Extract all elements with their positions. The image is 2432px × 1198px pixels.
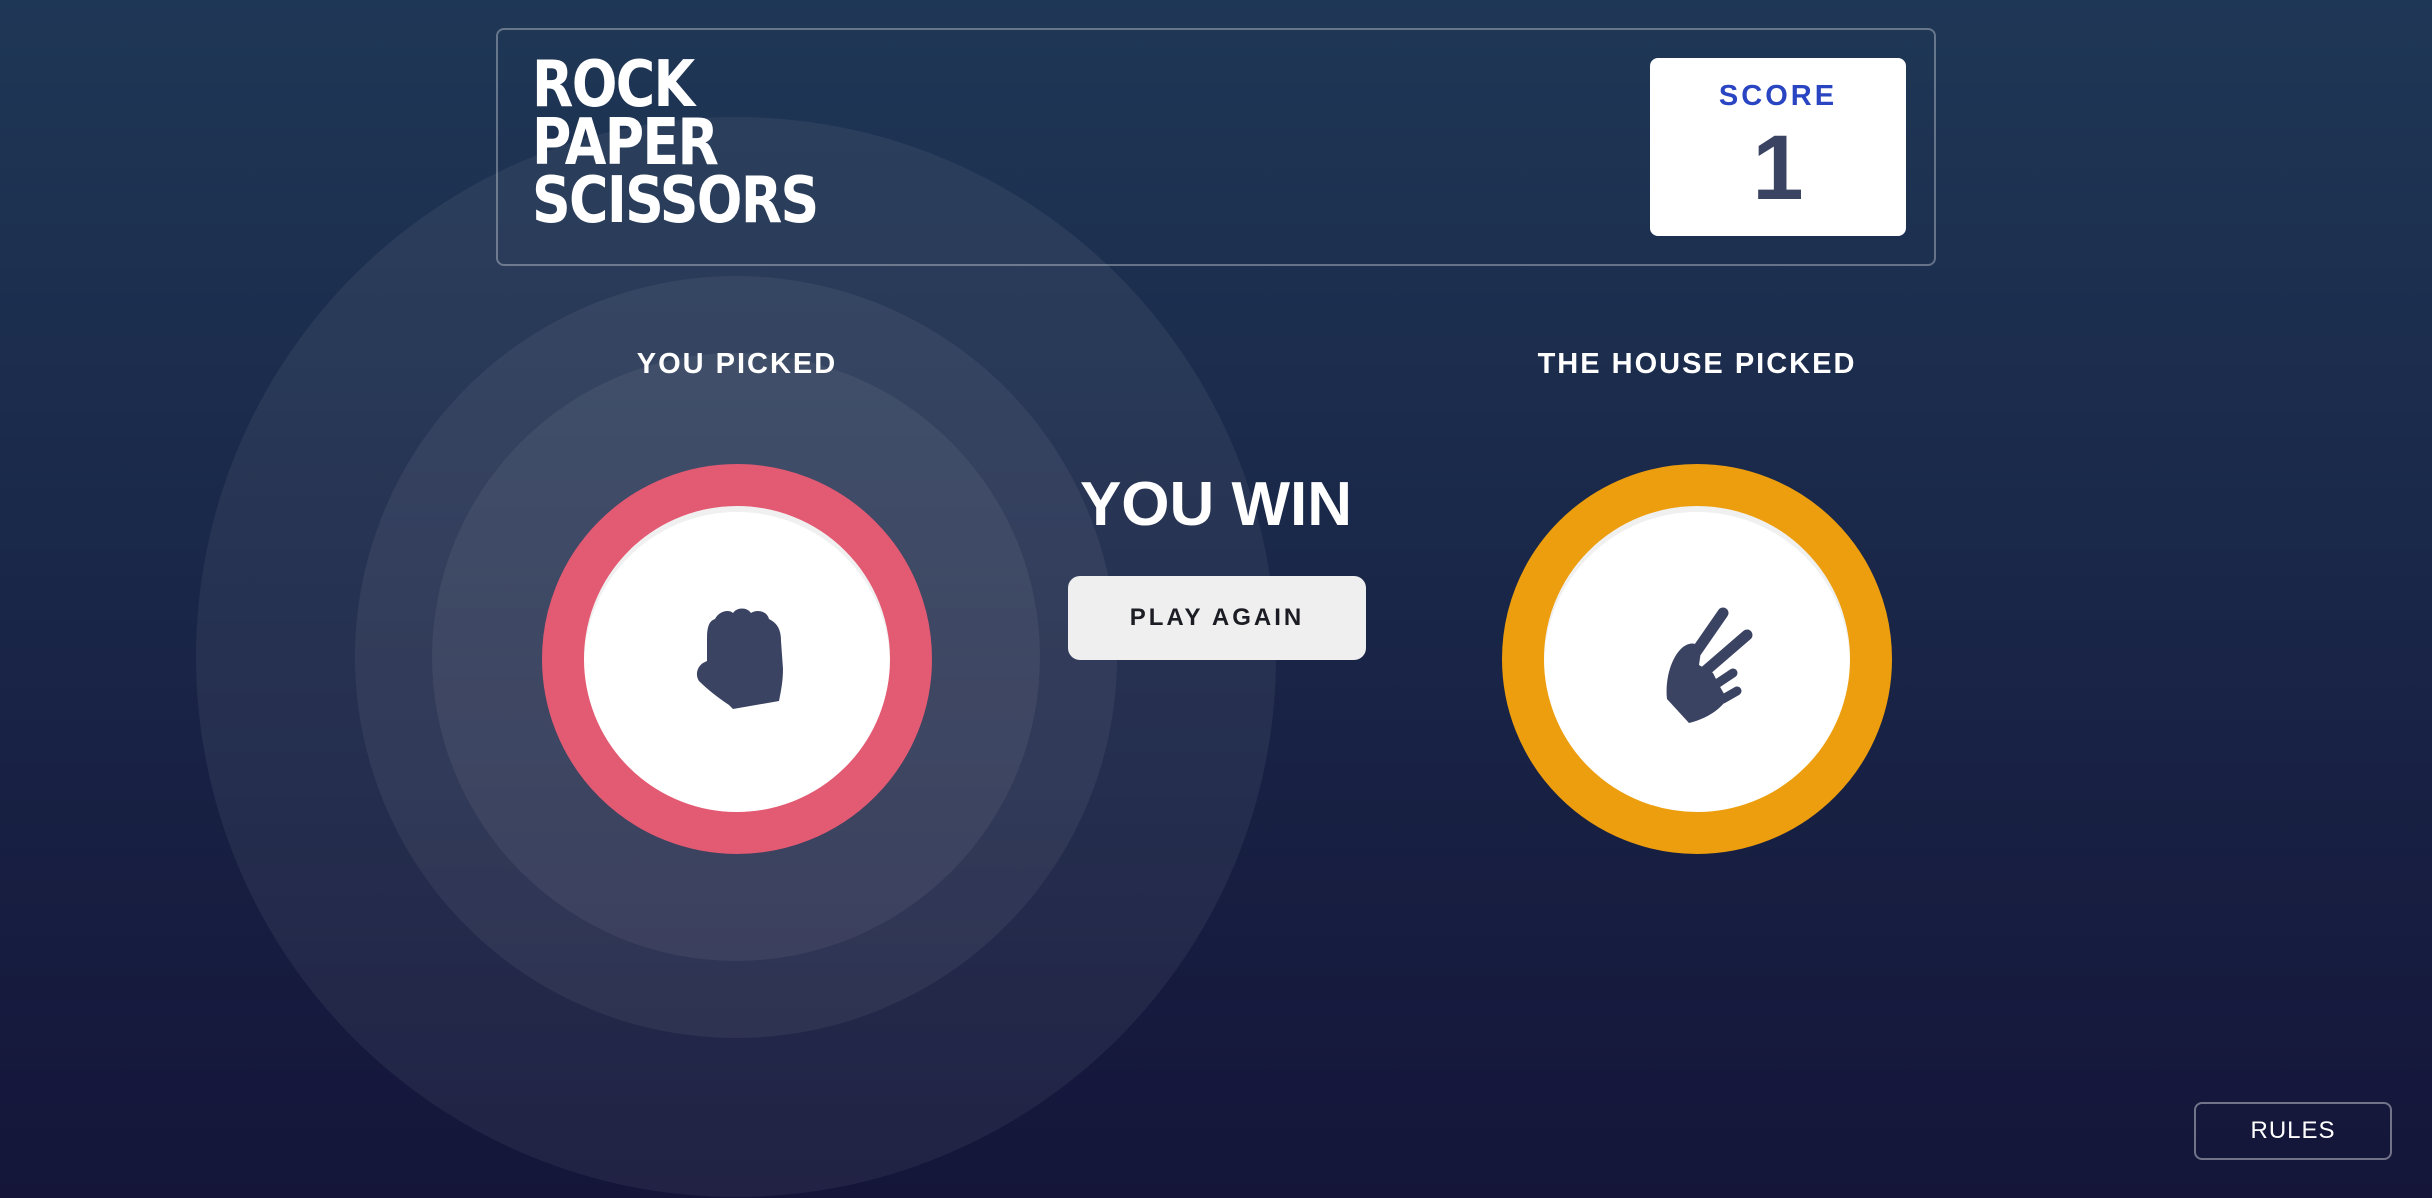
rock-hand-icon [696, 608, 783, 709]
play-again-button[interactable]: PLAY AGAIN [1068, 576, 1366, 660]
score-box: SCORE 1 [1650, 58, 1906, 236]
house-scissors-token [1502, 464, 1892, 854]
house-picked-label: THE HOUSE PICKED [1537, 348, 1857, 380]
scissors-hand-icon [1666, 607, 1753, 723]
player-rock-token [542, 464, 932, 854]
you-picked-label: YOU PICKED [636, 348, 838, 380]
game-header: ROCK PAPER SCISSORS SCORE 1 [496, 28, 1936, 266]
game-logo: ROCK PAPER SCISSORS [532, 53, 819, 238]
score-value: 1 [1752, 117, 1804, 219]
logo-line-scissors: SCISSORS [532, 164, 819, 238]
score-label: SCORE [1718, 80, 1838, 112]
rules-button[interactable]: RULES [2194, 1102, 2392, 1160]
result-text: YOU WIN [1079, 470, 1353, 539]
